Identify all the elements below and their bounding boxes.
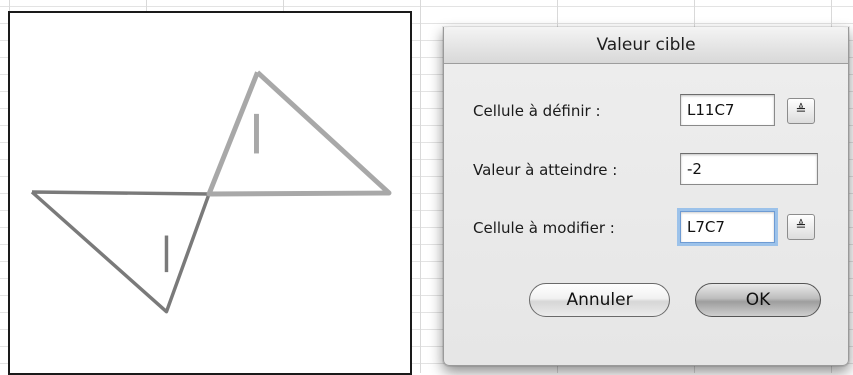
light-triangle [206,70,392,197]
set-cell-input[interactable]: L11C7 [680,94,775,126]
triangles-drawing [30,70,392,314]
goal-seek-dialog: Valeur cible Cellule à définir : L11C7 ≜… [443,27,849,366]
set-cell-label: Cellule à définir : [473,102,601,120]
target-value-input[interactable]: -2 [680,153,818,185]
chart-object[interactable] [8,11,412,375]
cancel-button[interactable]: Annuler [529,283,670,317]
collapse-dialog-icon: ≜ [795,219,807,234]
changing-cell-label: Cellule à modifier : [473,219,615,237]
dialog-title: Valeur cible [444,27,848,64]
changing-cell-reference-button[interactable]: ≜ [787,214,815,240]
collapse-dialog-icon: ≜ [795,103,807,118]
changing-cell-input[interactable]: L7C7 [680,211,775,243]
dark-triangle [30,190,211,314]
set-cell-reference-button[interactable]: ≜ [787,98,815,124]
ok-button[interactable]: OK [695,283,821,317]
target-value-label: Valeur à atteindre : [473,161,618,179]
